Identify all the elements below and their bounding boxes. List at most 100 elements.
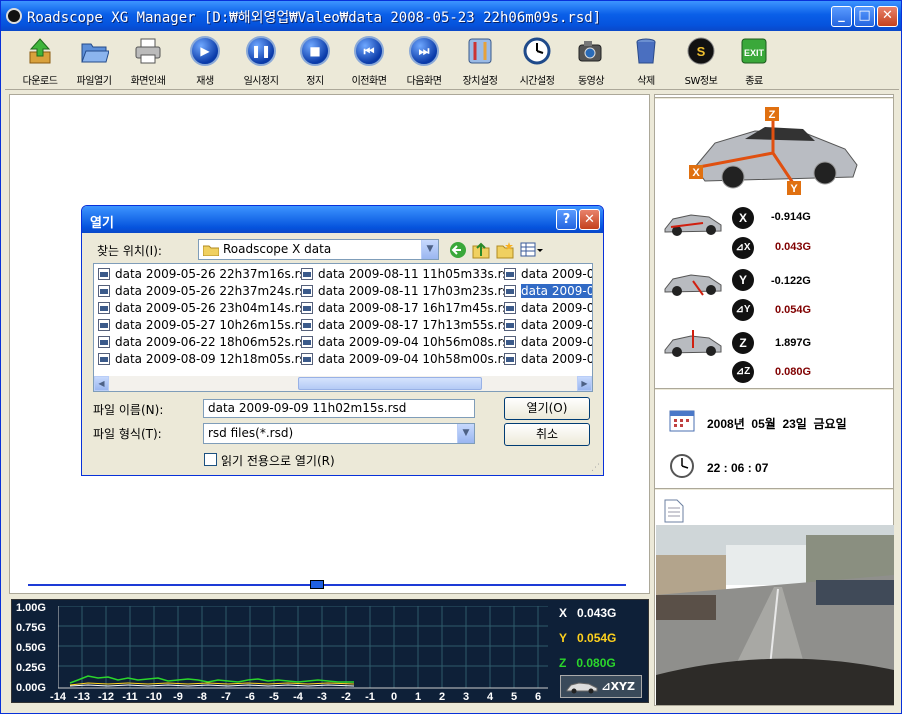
chevron-down-icon[interactable]: ▼ — [457, 424, 474, 443]
readonly-checkbox[interactable] — [204, 453, 217, 466]
title-bar[interactable]: Roadscope XG Manager [D:₩해외영업₩Valeo₩data… — [1, 1, 901, 31]
delta-x-button[interactable]: ⊿X — [732, 237, 754, 259]
view-menu-icon[interactable] — [520, 241, 544, 259]
svg-text:X: X — [692, 167, 700, 179]
svg-text:EXIT: EXIT — [744, 48, 765, 58]
scroll-left-icon[interactable]: ◀ — [94, 376, 109, 391]
open-button[interactable]: 열기(O) — [504, 397, 590, 420]
new-folder-icon[interactable] — [496, 241, 514, 259]
x-tick-label: -6 — [245, 691, 255, 703]
help-button[interactable]: ? — [556, 209, 577, 230]
next-button[interactable]: ⏭ 다음화면 — [397, 32, 451, 90]
delete-button[interactable]: 삭제 — [619, 32, 673, 90]
file-list[interactable]: data 2009-05-26 22h37m16s.rsd data 2009-… — [93, 263, 593, 392]
up-folder-icon[interactable] — [472, 241, 490, 259]
rsd-file-icon — [504, 285, 516, 297]
back-icon[interactable] — [449, 241, 467, 259]
timeline-track[interactable] — [28, 584, 626, 586]
list-item[interactable]: data 2009-09- — [502, 317, 592, 333]
x-tick-label: -14 — [50, 691, 66, 703]
rsd-file-icon — [301, 336, 313, 348]
rsd-file-icon — [98, 336, 110, 348]
y-axis-button[interactable]: Y — [732, 269, 754, 291]
list-item-selected[interactable]: data 2009-09- — [502, 283, 592, 299]
delta-xyz-button[interactable]: ⊿XYZ — [560, 675, 642, 698]
open-file-button[interactable]: 파일열기 — [67, 32, 121, 90]
x-tick-label: -7 — [221, 691, 231, 703]
list-item[interactable]: data 2009-05-27 10h26m15s.rsd — [96, 317, 313, 333]
list-item[interactable]: data 2009-08-17 16h17m45s.rsd — [299, 300, 516, 316]
list-item[interactable]: data 2009-08-11 17h03m23s.rsd — [299, 283, 516, 299]
minimize-button[interactable]: _ — [831, 6, 852, 27]
print-screen-button[interactable]: 화면인쇄 — [121, 32, 175, 90]
list-item[interactable]: data 2009-06-22 18h06m52s.rsd — [96, 334, 313, 350]
calendar-icon — [669, 410, 695, 432]
app-icon[interactable] — [6, 8, 22, 24]
list-item[interactable]: data 2009-05-26 22h37m24s.rsd — [96, 283, 313, 299]
x-tick-label: 6 — [534, 691, 542, 703]
scroll-right-icon[interactable]: ▶ — [577, 376, 592, 391]
list-item[interactable]: data 2009-09-04 10h58m00s.rsd — [299, 351, 516, 367]
list-item[interactable]: data 2009-09- — [502, 266, 592, 282]
z-axis-button[interactable]: Z — [732, 332, 754, 354]
list-item[interactable]: data 2009-08-09 12h18m05s.rsd — [96, 351, 313, 367]
previous-button[interactable]: ⏮ 이전화면 — [342, 32, 396, 90]
x-tick-label: -10 — [146, 691, 162, 703]
y-value: -0.122G — [771, 275, 811, 287]
exit-button[interactable]: EXIT 종료 — [727, 32, 781, 90]
video-label: 동영상 — [577, 76, 605, 87]
x-value: -0.914G — [771, 211, 811, 223]
rsd-file-icon — [301, 319, 313, 331]
list-item[interactable]: data 2009-05-26 23h04m14s.rsd — [96, 300, 313, 316]
download-button[interactable]: 다운로드 — [13, 32, 67, 90]
date-display: 2008년 05월 23일 금요일 — [707, 417, 847, 431]
exit-label: 종료 — [745, 76, 763, 87]
close-button[interactable]: ✕ — [877, 6, 898, 27]
timeline-slider-thumb[interactable] — [310, 580, 324, 589]
scroll-thumb[interactable] — [298, 377, 482, 390]
sw-info-button[interactable]: S SW정보 — [674, 32, 728, 90]
horizontal-scrollbar[interactable]: ◀ ▶ — [94, 376, 592, 391]
settings-tools-icon — [468, 38, 492, 64]
delta-z-button[interactable]: ⊿Z — [732, 361, 754, 383]
x-axis-button[interactable]: X — [732, 207, 754, 229]
cancel-button[interactable]: 취소 — [504, 423, 590, 446]
open-file-dialog: 열기 ? ✕ 찾는 위치(I): Roadscope X data ▼ data… — [81, 205, 604, 476]
x-tick-label: -2 — [341, 691, 351, 703]
time-settings-button[interactable]: 시간설정 — [510, 32, 564, 90]
list-item[interactable]: data 2009-09-04 10h56m08s.rsd — [299, 334, 516, 350]
device-settings-button[interactable]: 장치설정 — [453, 32, 507, 90]
list-item[interactable]: data 2009-09- — [502, 334, 592, 350]
rsd-file-icon — [504, 353, 516, 365]
resize-grip-icon[interactable]: ⋰ — [591, 463, 601, 473]
list-item[interactable]: data 2009-09- — [502, 351, 592, 367]
stop-button[interactable]: ■ 정지 — [288, 32, 342, 90]
video-button[interactable]: 동영상 — [564, 32, 618, 90]
graph-plot-area — [58, 606, 548, 689]
dialog-title: 열기 — [90, 216, 114, 231]
dialog-title-bar[interactable]: 열기 ? ✕ — [82, 206, 603, 233]
filetype-dropdown[interactable]: rsd files(*.rsd) ▼ — [203, 423, 475, 444]
filename-input[interactable]: data 2009-09-09 11h02m15s.rsd — [203, 399, 475, 418]
maximize-button[interactable]: □ — [854, 6, 875, 27]
pause-button[interactable]: ❚❚ 일시정지 — [234, 32, 288, 90]
delta-y-button[interactable]: ⊿Y — [732, 299, 754, 321]
play-button[interactable]: ▶ 재생 — [178, 32, 232, 90]
app-window: Roadscope XG Manager [D:₩해외영업₩Valeo₩data… — [0, 0, 902, 714]
divider — [655, 488, 893, 491]
stop-icon: ■ — [300, 36, 330, 66]
car-axis-diagram: Z X Y — [689, 107, 858, 195]
list-item[interactable]: data 2009-09- — [502, 300, 592, 316]
lookin-dropdown[interactable]: Roadscope X data ▼ — [198, 239, 439, 260]
next-label: 다음화면 — [406, 76, 442, 87]
x-tick-label: 5 — [510, 691, 518, 703]
list-item[interactable]: data 2009-08-17 17h13m55s.rsd — [299, 317, 516, 333]
stop-label: 정지 — [306, 76, 324, 87]
chevron-down-icon[interactable]: ▼ — [421, 240, 438, 259]
dialog-close-button[interactable]: ✕ — [579, 209, 600, 230]
list-item[interactable]: data 2009-08-11 11h05m33s.rsd — [299, 266, 516, 282]
document-icon[interactable] — [664, 499, 684, 523]
time-settings-label: 시간설정 — [519, 76, 555, 87]
g-sensor-graph: 1.00G 0.75G 0.50G 0.25G 0.00G -14 -13 -1… — [11, 599, 649, 703]
list-item[interactable]: data 2009-05-26 22h37m16s.rsd — [96, 266, 313, 282]
